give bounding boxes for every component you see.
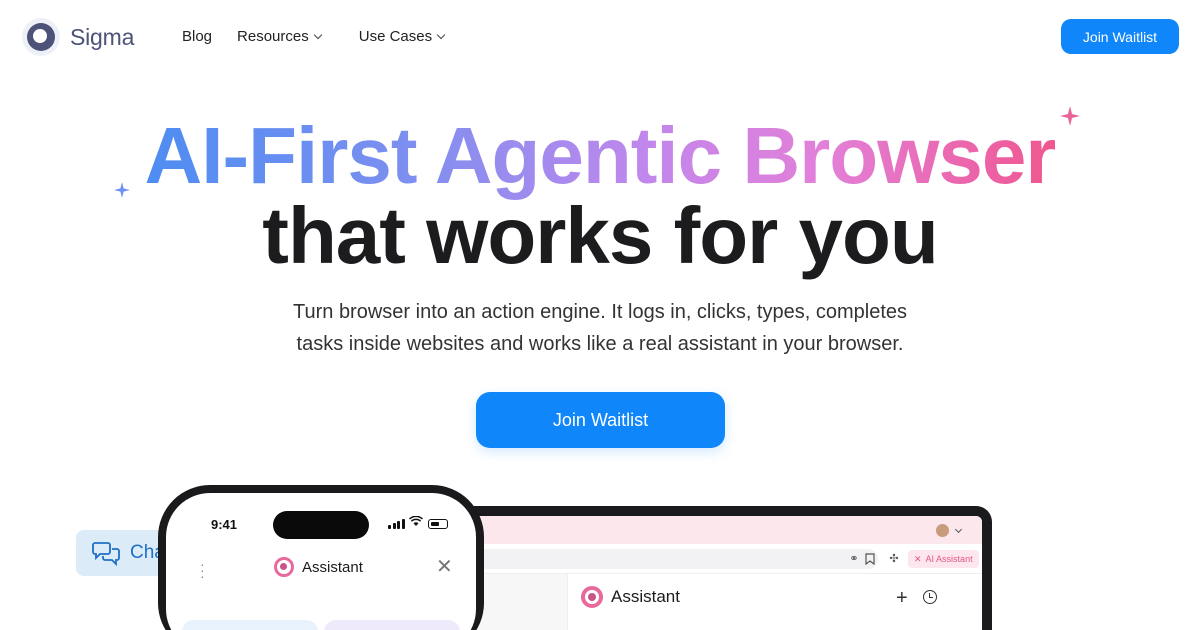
nav-link-use-cases[interactable]: Use Cases — [358, 28, 446, 45]
link-icon[interactable]: ⚭ — [848, 553, 860, 565]
top-nav: Sigma Blog Resources Use Cases Join Wait… — [0, 0, 1200, 72]
signal-icon — [388, 519, 405, 529]
history-icon[interactable] — [923, 590, 937, 604]
nav-link-resources[interactable]: Resources — [237, 28, 322, 45]
suggestion-card[interactable] — [324, 620, 460, 630]
more-menu-icon[interactable]: · · · — [200, 557, 205, 583]
nav-link-label: Use Cases — [358, 28, 433, 45]
hero-subheadline: Turn browser into an action engine. It l… — [293, 301, 907, 355]
extension-icon[interactable]: ✣ — [888, 553, 900, 565]
ai-assistant-badge[interactable]: ✕ AI Assistant — [908, 550, 979, 568]
status-time: 9:41 — [211, 517, 238, 532]
dynamic-island — [273, 511, 369, 539]
chat-bubbles-icon — [92, 542, 120, 566]
browser-tab-bar — [450, 516, 982, 544]
brand-name: Sigma — [70, 23, 135, 50]
hero-headline: that works for you — [262, 191, 938, 280]
nav-link-label: Blog — [182, 28, 213, 45]
assistant-panel-header: Assistant — [581, 586, 680, 608]
assistant-title: Assistant — [611, 587, 680, 606]
assistant-logo-icon — [274, 557, 294, 577]
battery-icon — [428, 519, 448, 529]
wifi-icon — [408, 515, 424, 529]
laptop-screen: ⚭ ✣ ✕ AI Assistant Assistant + — [450, 516, 982, 630]
ai-assistant-label: AI Assistant — [925, 554, 973, 564]
hero-join-waitlist-button[interactable]: Join Waitlist — [476, 392, 725, 448]
browser-toolbar: ⚭ ✣ ✕ AI Assistant — [450, 544, 982, 574]
assistant-header: Assistant — [274, 557, 363, 577]
nav-join-waitlist-button[interactable]: Join Waitlist — [1061, 19, 1179, 54]
sparkle-icon — [114, 182, 130, 198]
chevron-down-icon — [313, 30, 322, 40]
bookmark-icon[interactable] — [864, 553, 876, 566]
close-icon[interactable]: ✕ — [436, 557, 453, 577]
phone-mockup: 9:41 · · · Assistant ✕ — [158, 485, 484, 630]
suggestion-card[interactable] — [182, 620, 318, 630]
laptop-mockup: ⚭ ✣ ✕ AI Assistant Assistant + — [440, 506, 992, 630]
chevron-down-icon — [436, 30, 446, 40]
brand-logo[interactable]: Sigma — [22, 18, 134, 56]
chevron-down-icon[interactable] — [954, 525, 963, 534]
close-icon: ✕ — [914, 553, 922, 564]
phone-screen: 9:41 · · · Assistant ✕ — [166, 493, 476, 630]
assistant-logo-icon — [581, 586, 603, 608]
nav-links: Blog Resources Use Cases — [182, 28, 446, 45]
assistant-title: Assistant — [302, 558, 363, 576]
sigma-logo-icon — [22, 18, 60, 56]
plus-icon[interactable]: + — [896, 588, 908, 608]
address-bar[interactable] — [450, 549, 878, 569]
sparkle-icon — [1060, 106, 1080, 126]
nav-link-label: Resources — [237, 28, 309, 45]
avatar[interactable] — [936, 524, 949, 537]
nav-link-blog[interactable]: Blog — [182, 28, 212, 45]
